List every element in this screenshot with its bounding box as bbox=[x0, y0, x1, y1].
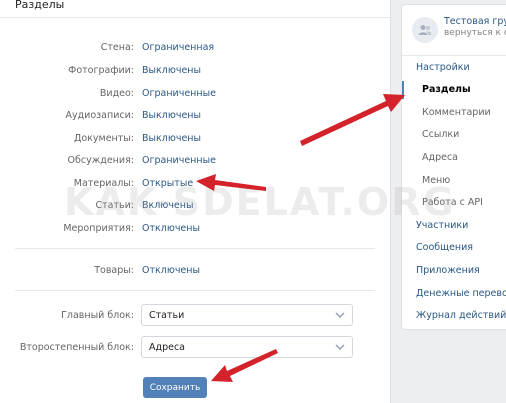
section-label: Фотографии: bbox=[68, 65, 134, 76]
section-label: Стена: bbox=[100, 42, 134, 53]
section-row-discussions: Обсуждения: Ограниченные bbox=[0, 155, 390, 169]
secondary-block-row: Второстепенный блок: Адреса bbox=[0, 336, 390, 360]
group-name-link[interactable]: Тестовая групп bbox=[444, 16, 506, 27]
divider bbox=[15, 248, 375, 249]
save-button[interactable]: Сохранить bbox=[143, 377, 207, 398]
section-label: Мероприятия: bbox=[63, 223, 134, 234]
section-value-link[interactable]: Отключены bbox=[142, 223, 200, 234]
section-label: Документы: bbox=[73, 133, 134, 144]
section-label: Видео: bbox=[99, 88, 134, 99]
sidebar-item-menu[interactable]: Меню bbox=[422, 175, 450, 186]
section-value-link[interactable]: Выключены bbox=[142, 65, 201, 76]
chevron-down-icon bbox=[335, 312, 345, 318]
secondary-block-label: Второстепенный блок: bbox=[19, 342, 134, 353]
main-block-label: Главный блок: bbox=[61, 310, 134, 321]
section-label: Материалы: bbox=[73, 178, 134, 189]
section-value-link[interactable]: Открытые bbox=[142, 178, 193, 189]
divider bbox=[15, 290, 375, 291]
back-to-group-link[interactable]: вернуться к ст bbox=[444, 28, 506, 38]
section-row-articles: Статьи: Включены bbox=[0, 200, 390, 214]
section-row-audio: Аудиозаписи: Выключены bbox=[0, 110, 390, 124]
sidebar-item-messages[interactable]: Сообщения bbox=[416, 242, 473, 253]
main-block-select[interactable]: Статьи bbox=[141, 304, 353, 326]
sidebar-item-settings[interactable]: Настройки bbox=[416, 62, 470, 73]
title-divider bbox=[0, 17, 390, 18]
avatar bbox=[412, 17, 438, 43]
section-value-link[interactable]: Выключены bbox=[142, 110, 201, 121]
secondary-block-value: Адреса bbox=[149, 342, 185, 353]
users-icon bbox=[418, 25, 432, 35]
sidebar-item-money-transfers[interactable]: Денежные переводы bbox=[416, 288, 506, 299]
section-row-photos: Фотографии: Выключены bbox=[0, 65, 390, 79]
active-indicator bbox=[402, 81, 404, 99]
sidebar-item-links[interactable]: Ссылки bbox=[422, 129, 459, 140]
section-value-link[interactable]: Выключены bbox=[142, 133, 201, 144]
section-row-documents: Документы: Выключены bbox=[0, 133, 390, 147]
section-value-link[interactable]: Ограниченные bbox=[142, 155, 216, 166]
sidebar-item-members[interactable]: Участники bbox=[416, 220, 468, 231]
section-row-wall: Стена: Ограниченная bbox=[0, 42, 390, 56]
section-label: Товары: bbox=[94, 265, 134, 276]
section-label: Статьи: bbox=[95, 200, 135, 211]
section-value-link[interactable]: Ограниченная bbox=[142, 42, 214, 53]
section-row-video: Видео: Ограниченные bbox=[0, 88, 390, 102]
section-value-link[interactable]: Ограниченные bbox=[142, 88, 216, 99]
section-row-goods: Товары: Отключены bbox=[0, 265, 390, 279]
main-block-value: Статьи bbox=[149, 310, 185, 321]
section-value-link[interactable]: Включены bbox=[142, 200, 194, 211]
sidebar-item-sections[interactable]: Разделы bbox=[422, 84, 471, 95]
page-title: Разделы bbox=[15, 0, 65, 11]
sidebar-item-action-log[interactable]: Журнал действий bbox=[416, 310, 506, 321]
section-label: Обсуждения: bbox=[67, 155, 134, 166]
right-sidebar: Тестовая групп вернуться к ст Настройки … bbox=[401, 4, 506, 330]
section-row-events: Мероприятия: Отключены bbox=[0, 223, 390, 237]
sidebar-divider bbox=[402, 55, 506, 56]
section-row-materials: Материалы: Открытые bbox=[0, 178, 390, 192]
main-block-row: Главный блок: Статьи bbox=[0, 304, 390, 328]
sidebar-item-addresses[interactable]: Адреса bbox=[422, 152, 458, 163]
secondary-block-select[interactable]: Адреса bbox=[141, 336, 353, 358]
sidebar-item-comments[interactable]: Комментарии bbox=[422, 107, 491, 118]
sidebar-item-apps[interactable]: Приложения bbox=[416, 265, 480, 276]
chevron-down-icon bbox=[335, 344, 345, 350]
section-value-link[interactable]: Отключены bbox=[142, 265, 200, 276]
sidebar-item-api[interactable]: Работа с API bbox=[422, 197, 483, 208]
settings-panel: Разделы Стена: Ограниченная Фотографии: … bbox=[0, 0, 391, 403]
section-label: Аудиозаписи: bbox=[65, 110, 134, 121]
